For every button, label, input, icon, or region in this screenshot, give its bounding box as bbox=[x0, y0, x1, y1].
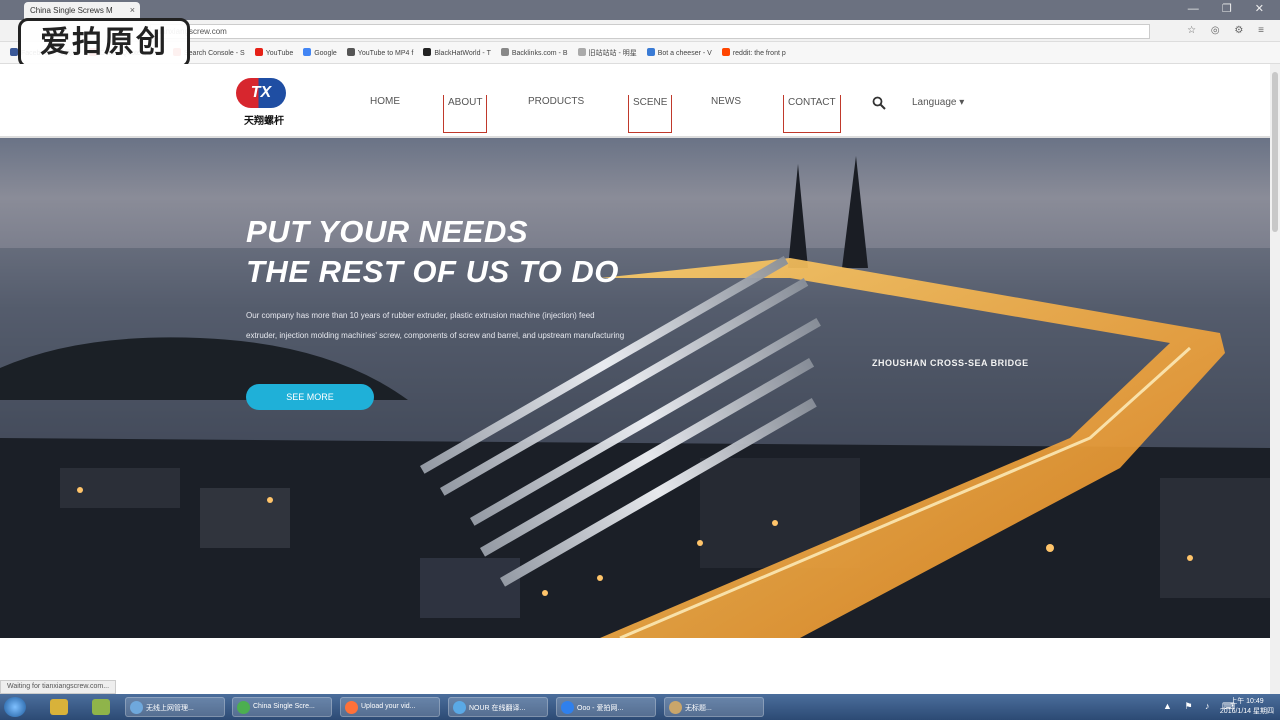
bookmark-label: Bot a cheeser - V bbox=[657, 50, 712, 57]
hero-banner: PUT YOUR NEEDS THE REST OF US TO DO Our … bbox=[0, 138, 1270, 638]
clock-time: 上午 10:49 bbox=[1230, 698, 1264, 705]
hero-background-image bbox=[0, 156, 1270, 638]
app-icon bbox=[669, 701, 682, 714]
bookmark-item[interactable]: YouTube bbox=[254, 43, 294, 63]
bookmark-favicon-icon bbox=[423, 48, 432, 56]
taskbar-window-label: NOUR 在线翻译... bbox=[469, 705, 526, 712]
hero-title-line2: THE REST OF US TO DO bbox=[246, 254, 619, 289]
bookmark-label: YouTube bbox=[265, 50, 294, 57]
bookmark-item[interactable]: 旧站站站 - 明星 bbox=[577, 43, 637, 63]
taskbar-window-label: Upload your vid... bbox=[361, 703, 416, 710]
bookmark-favicon-icon bbox=[254, 48, 263, 56]
bookmark-item[interactable]: BlackHatWorld - T bbox=[423, 43, 491, 63]
bridge-caption: ZHOUSHAN CROSS-SEA BRIDGE bbox=[872, 358, 1029, 368]
bookmark-favicon-icon bbox=[721, 48, 730, 56]
bookmark-favicon-icon bbox=[577, 48, 586, 56]
taskbar: 无线上网管理... China Single Scre... Upload your… bbox=[0, 694, 1280, 720]
app-icon bbox=[561, 701, 574, 714]
taskbar-window-label: Ooo - 爱拍网... bbox=[577, 705, 624, 712]
search-icon[interactable] bbox=[872, 96, 886, 110]
start-button[interactable] bbox=[4, 697, 26, 717]
clock-date: 2016/1/14 星期四 bbox=[1219, 708, 1274, 715]
bookmark-item[interactable]: reddit: the front p bbox=[721, 43, 786, 63]
taskbar-window-button[interactable]: 无线上网管理... bbox=[125, 697, 225, 717]
page-below-fold bbox=[0, 638, 1270, 694]
site-logo[interactable]: TX 天翔螺杆 bbox=[236, 78, 292, 128]
url-input[interactable]: tianxiangscrew.com bbox=[150, 24, 1150, 39]
bookmark-favicon-icon bbox=[303, 48, 312, 56]
hero-title-line1: PUT YOUR NEEDS bbox=[246, 214, 529, 249]
tab-title: China Single Screws M bbox=[30, 6, 113, 15]
see-more-button[interactable]: SEE MORE bbox=[246, 384, 374, 410]
bookmark-favicon-icon bbox=[646, 48, 655, 56]
close-tab-icon[interactable]: × bbox=[130, 5, 135, 15]
browser-status-text: Waiting for tianxiangscrew.com... bbox=[0, 680, 117, 694]
bookmark-label: reddit: the front p bbox=[732, 50, 786, 57]
bookmark-favicon-icon bbox=[10, 48, 18, 56]
language-select[interactable]: Language ▾ bbox=[912, 97, 964, 108]
app-icon bbox=[453, 701, 466, 714]
bookmark-favicon-icon bbox=[346, 48, 355, 56]
taskbar-window-label: China Single Scre... bbox=[253, 703, 315, 710]
nav-products[interactable]: PRODUCTS bbox=[528, 96, 584, 107]
extension-icons[interactable]: ☆ ◎ ⚙ ≡ bbox=[1187, 25, 1270, 36]
taskbar-window-label: 无线上网管理... bbox=[146, 705, 194, 712]
app-icon bbox=[130, 701, 143, 714]
window-controls[interactable]: — ❐ ✕ bbox=[1188, 2, 1274, 15]
app-icon bbox=[345, 701, 358, 714]
taskbar-window-button[interactable]: 无标题... bbox=[664, 697, 764, 717]
nav-contact[interactable]: CONTACT bbox=[783, 95, 841, 133]
bookmark-item[interactable]: Google bbox=[303, 43, 337, 63]
app-7zip-icon[interactable] bbox=[92, 699, 110, 715]
bookmark-label: Google bbox=[314, 50, 337, 57]
nav-about[interactable]: ABOUT bbox=[443, 95, 488, 133]
bookmark-label: 旧站站站 - 明星 bbox=[588, 50, 637, 57]
bookmark-label: Search Console - S bbox=[184, 50, 245, 57]
nav-news[interactable]: NEWS bbox=[711, 96, 741, 107]
bookmark-item[interactable]: Backlinks.com - B bbox=[500, 43, 568, 63]
taskbar-window-button[interactable]: China Single Scre... bbox=[232, 697, 332, 717]
taskbar-window-button[interactable]: Upload your vid... bbox=[340, 697, 440, 717]
site-header: TX 天翔螺杆 HOME ABOUT PRODUCTS SCENE NEWS C… bbox=[0, 64, 1270, 138]
page-scrollbar[interactable] bbox=[1270, 64, 1280, 694]
bookmark-label: Backlinks.com - B bbox=[511, 50, 568, 57]
nav-scene[interactable]: SCENE bbox=[628, 95, 673, 133]
bookmark-label: BlackHatWorld - T bbox=[434, 50, 491, 57]
bookmark-label: YouTube to MP4 f bbox=[357, 50, 414, 57]
watermark-logo: 爱拍原创 bbox=[18, 18, 190, 68]
bookmark-favicon-icon bbox=[500, 48, 509, 56]
taskbar-window-button[interactable]: NOUR 在线翻译... bbox=[448, 697, 548, 717]
logo-text: 天翔螺杆 bbox=[244, 116, 284, 127]
bookmarks-bar: Facebook - 没网络Deals, Quotes, Co...Search… bbox=[0, 42, 1280, 64]
browser-tab-strip: China Single Screws M × — ❐ ✕ bbox=[0, 0, 1280, 20]
app-icon bbox=[237, 701, 250, 714]
taskbar-window-button[interactable]: Ooo - 爱拍网... bbox=[556, 697, 656, 717]
hero-description: Our company has more than 10 years of ru… bbox=[246, 311, 625, 340]
address-bar-row: tianxiangscrew.com ☆ ◎ ⚙ ≡ bbox=[0, 20, 1280, 42]
folder-icon[interactable] bbox=[50, 699, 68, 715]
logo-mark: TX bbox=[236, 78, 286, 108]
scrollbar-thumb[interactable] bbox=[1272, 72, 1278, 232]
bookmark-item[interactable]: YouTube to MP4 f bbox=[346, 43, 414, 63]
nav-home[interactable]: HOME bbox=[370, 96, 400, 107]
system-clock[interactable]: 上午 10:49 2016/1/14 星期四 bbox=[1220, 697, 1274, 717]
bookmark-item[interactable]: Bot a cheeser - V bbox=[646, 43, 712, 63]
taskbar-window-label: 无标题... bbox=[685, 705, 712, 712]
